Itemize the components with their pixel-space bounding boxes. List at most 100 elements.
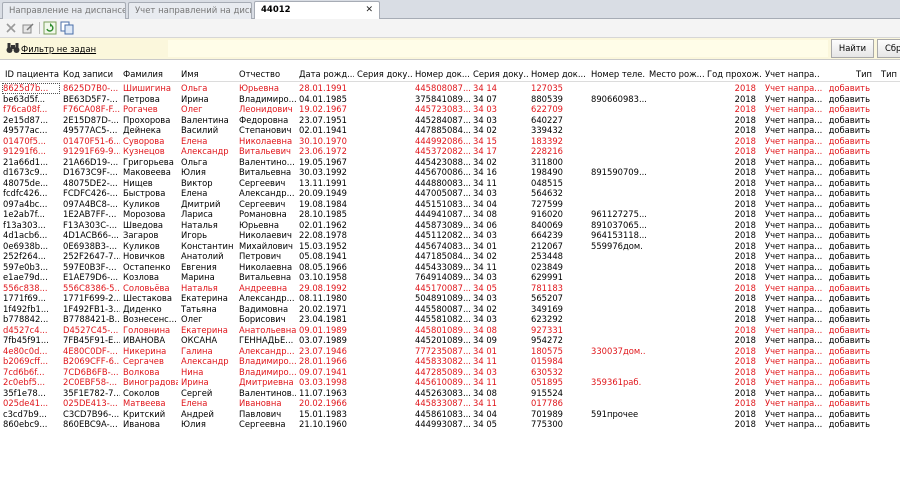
column-header[interactable]: Тип: [822, 67, 874, 81]
add-action-link[interactable]: добавить: [820, 83, 872, 94]
column-header[interactable]: ID пациента: [0, 67, 60, 81]
table-row[interactable]: f76ca08f... F76CA08F-F... Рогачев Олег Леони…: [0, 104, 900, 115]
table-row[interactable]: 7fb45f91... 7FB45F91-E... ИВАНОВА ОКСАНА ГЕН…: [0, 335, 900, 346]
add-action-link[interactable]: добавить: [820, 377, 872, 388]
column-header[interactable]: Год прохож...: [706, 67, 762, 81]
add-action-link[interactable]: добавить: [820, 293, 872, 304]
table-row[interactable]: 7cd6b6f... 7CD6B6FB-... Волкова Нина Владими…: [0, 367, 900, 378]
add-action-link[interactable]: добавить: [820, 209, 872, 220]
reset-button[interactable]: Сбр: [877, 39, 900, 58]
add-action-link[interactable]: добавить: [820, 94, 872, 105]
column-header[interactable]: Дата рожд...: [298, 67, 354, 81]
delete-icon[interactable]: [4, 21, 18, 35]
table-row[interactable]: 252f264... 252F2647-7... Новичков Анатолий П…: [0, 251, 900, 262]
add-action-link[interactable]: добавить: [820, 335, 872, 346]
table-cell: 23.06.1972: [299, 146, 347, 156]
column-header[interactable]: Код записи: [62, 67, 120, 81]
add-action-link[interactable]: добавить: [820, 167, 872, 178]
add-action-link[interactable]: добавить: [820, 136, 872, 147]
add-action-link[interactable]: добавить: [820, 178, 872, 189]
add-action-link[interactable]: добавить: [820, 199, 872, 210]
table-row[interactable]: e1ae79d... E1AE79D6-... Козлова Марина Витал…: [0, 272, 900, 283]
table-row[interactable]: 35f1e78... 35F1E782-7... Соколов Сергей Вале…: [0, 388, 900, 399]
column-header[interactable]: Отчество: [238, 67, 296, 81]
table-cell: Анатольевна: [239, 324, 296, 335]
add-action-link[interactable]: добавить: [820, 251, 872, 262]
table-row[interactable]: 025de41... 025DE413-... Матвеева Елена Ивано…: [0, 398, 900, 409]
table-row[interactable]: 1e2ab7f... 1E2AB7FF-... Морозова Лариса Рома…: [0, 209, 900, 220]
table-row[interactable]: c3cd7b9... C3CD7B96-... Критский Андрей Павл…: [0, 409, 900, 420]
column-header[interactable]: Имя: [180, 67, 236, 81]
table-row[interactable]: 0e6938b... 0E6938B3-... Куликов Константин М…: [0, 241, 900, 252]
add-action-link[interactable]: добавить: [820, 356, 872, 367]
table-row[interactable]: f13a303... F13A303C-... Шведова Наталья Юрье…: [0, 220, 900, 231]
add-action-link[interactable]: добавить: [820, 104, 872, 115]
table-cell: 34 01: [473, 240, 497, 251]
add-action-link[interactable]: добавить: [820, 262, 872, 273]
copy-icon[interactable]: [60, 21, 74, 35]
table-row[interactable]: 1f492fb1... 1F492FB1-3... Диденко Татьяна Ва…: [0, 304, 900, 315]
add-action-link[interactable]: добавить: [820, 283, 872, 294]
edit-icon[interactable]: [21, 21, 35, 35]
table-row[interactable]: 2c0ebf5... 2C0EBF58-... Виноградова Ирина Дм…: [0, 377, 900, 388]
add-action-link[interactable]: добавить: [820, 272, 872, 283]
add-action-link[interactable]: добавить: [820, 304, 872, 315]
table-row[interactable]: 49577ac... 49577AC5-... Дейнека Василий Степ…: [0, 125, 900, 136]
refresh-icon[interactable]: [43, 21, 57, 35]
add-action-link[interactable]: добавить: [820, 346, 872, 357]
column-header[interactable]: Серия доку...: [472, 67, 528, 81]
add-action-link[interactable]: добавить: [820, 157, 872, 168]
tab-dispensary-referral[interactable]: Направление на диспансе...: [2, 2, 126, 19]
table-row[interactable]: 91291f6... 91291F69-9... Кузнецов Александр…: [0, 146, 900, 157]
table-cell: 840069: [531, 219, 563, 230]
table-row[interactable]: 097a4bc... 097A4BC8-... Куликов Дмитрий Серг…: [0, 199, 900, 210]
add-action-link[interactable]: добавить: [820, 146, 872, 157]
table-row[interactable]: 8625d7b... 8625D7B0-... Шишигина Ольга Юрьев…: [0, 83, 900, 94]
table-row[interactable]: 860ebc9... 860EBC9A-... Иванова Юлия Сергеев…: [0, 419, 900, 430]
table-row[interactable]: 4e80c0d... 4E80C0DF-... Никерина Галина Алек…: [0, 346, 900, 357]
table-row[interactable]: be63d5f... BE63D5F7-... Петрова Ирина Владим…: [0, 94, 900, 105]
column-header[interactable]: Учет напра...: [764, 67, 820, 81]
add-action-link[interactable]: добавить: [820, 398, 872, 409]
tab-referral-accounting[interactable]: Учет направлений на дисп...: [128, 2, 252, 19]
add-action-link[interactable]: добавить: [820, 230, 872, 241]
table-row[interactable]: 556c838... 556C8386-5... Соловьёва Наталья А…: [0, 283, 900, 294]
table-row[interactable]: d1673c9... D1673C9F-... Маковеева Юлия Витал…: [0, 167, 900, 178]
table-row[interactable]: b2069cff... B2069CFF-6... Сергачев Александ…: [0, 356, 900, 367]
table-row[interactable]: 2e15d87... 2E15D87D-... Прохорова Валентина…: [0, 115, 900, 126]
column-header[interactable]: Тип п: [880, 67, 900, 81]
add-action-link[interactable]: добавить: [820, 367, 872, 378]
table-row[interactable]: b778842... B7788421-B... Вознесенс... Олег Б…: [0, 314, 900, 325]
add-action-link[interactable]: добавить: [820, 115, 872, 126]
column-header[interactable]: Серия доку...: [356, 67, 412, 81]
add-action-link[interactable]: добавить: [820, 409, 872, 420]
table-cell: 445801089...: [415, 324, 470, 335]
add-action-link[interactable]: добавить: [820, 188, 872, 199]
table-cell: 564632: [531, 188, 563, 198]
add-action-link[interactable]: добавить: [820, 220, 872, 231]
filter-input[interactable]: [168, 40, 828, 57]
column-header[interactable]: Номер док...: [414, 67, 470, 81]
close-icon[interactable]: ✕: [365, 5, 373, 15]
add-action-link[interactable]: добавить: [820, 388, 872, 399]
table-row[interactable]: 21a66d1... 21A66D19-... Григорьева Ольга Вал…: [0, 157, 900, 168]
add-action-link[interactable]: добавить: [820, 325, 872, 336]
tab-44012[interactable]: 44012 ✕: [254, 1, 380, 20]
column-header[interactable]: Номер теле...: [590, 67, 646, 81]
table-row[interactable]: 48075de... 48075DE2-... Нищев Виктор Сергеев…: [0, 178, 900, 189]
add-action-link[interactable]: добавить: [820, 125, 872, 136]
filter-link[interactable]: Фильтр не задан: [21, 44, 96, 54]
table-row[interactable]: d4527c4... D4527C45-... Головнина Екатерина…: [0, 325, 900, 336]
table-row[interactable]: 4d1acb6... 4D1ACB66-... Загаров Игорь Никола…: [0, 230, 900, 241]
table-row[interactable]: fcdfc426... FCDFC426-... Быстрова Елена Алек…: [0, 188, 900, 199]
add-action-link[interactable]: добавить: [820, 241, 872, 252]
table-row[interactable]: 01470f5... 01470F51-6... Суворова Елена Нико…: [0, 136, 900, 147]
find-button[interactable]: Найти: [831, 39, 874, 58]
column-header[interactable]: Номер док...: [530, 67, 586, 81]
add-action-link[interactable]: добавить: [820, 314, 872, 325]
column-header[interactable]: Фамилия: [122, 67, 178, 81]
column-header[interactable]: Место рож...: [648, 67, 704, 81]
table-row[interactable]: 1771f69... 1771F699-2... Шестакова Екатерин…: [0, 293, 900, 304]
table-row[interactable]: 597e0b3... 597E0B3F-... Остапенко Евгения Ни…: [0, 262, 900, 273]
add-action-link[interactable]: добавить: [820, 419, 872, 430]
